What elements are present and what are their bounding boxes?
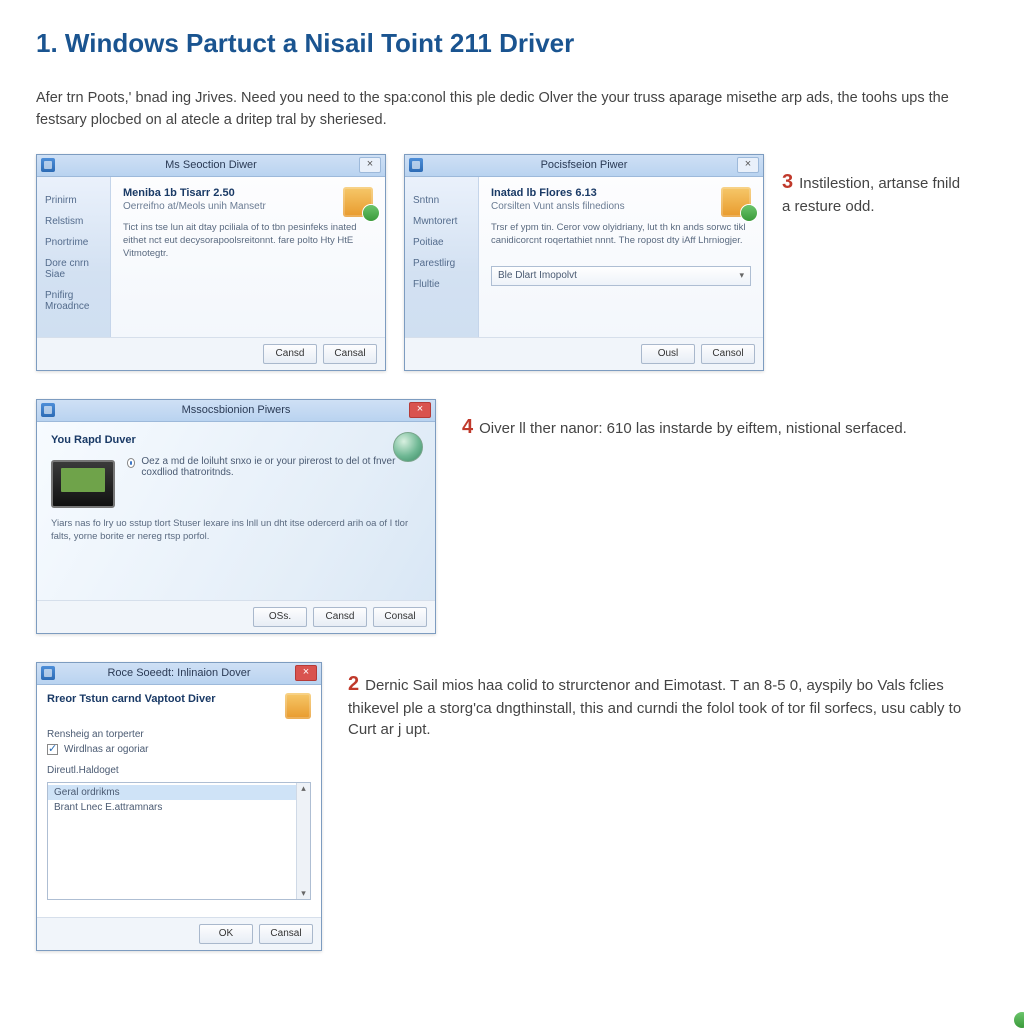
dropdown-value: Ble Dlart Imopolvt xyxy=(498,270,577,281)
dialog-d: Roce Soeedt: Inlinaion Dover × Rreor Tst… xyxy=(36,662,322,951)
dialog-a-buttons: Cansd Cansal xyxy=(37,337,385,370)
dialog-a-titlebar[interactable]: Ms Seoction Diwer × xyxy=(37,155,385,177)
step-4-number: 4 xyxy=(462,416,473,438)
options-button[interactable]: OSs. xyxy=(253,607,307,627)
dialog-c-body: You Rapd Duver Oez a md de loiluht snxo … xyxy=(37,422,435,600)
hardware-icon xyxy=(51,460,115,508)
dialog-d-buttons: OK Cansal xyxy=(37,917,321,950)
cancel-button[interactable]: Cansol xyxy=(701,344,755,364)
device-listbox[interactable]: Geral ordrikms Brant Lnec E.attramnars xyxy=(47,782,311,900)
radio-label: Oez a md de loiluht snxo ie or your pire… xyxy=(141,456,421,478)
dialog-d-titlebar[interactable]: Roce Soeedt: Inlinaion Dover × xyxy=(37,663,321,685)
step-2-label: 2Dernic Sail mios haa colid to strurcten… xyxy=(348,662,988,740)
dialog-b-title: Pocisfseion Piwer xyxy=(431,159,737,171)
list-item[interactable]: Brant Lnec E.attramnars xyxy=(48,800,310,815)
globe-icon xyxy=(393,432,423,462)
package-icon xyxy=(285,693,311,719)
sidebar-item[interactable]: Prinirm xyxy=(45,195,104,206)
dialog-c-titlebar[interactable]: Mssocsbionion Piwers × xyxy=(37,400,435,422)
window-icon xyxy=(41,666,55,680)
dialog-c-heading: You Rapd Duver xyxy=(51,434,421,446)
dialog-a-title: Ms Seoction Diwer xyxy=(63,159,359,171)
page-title: 1. Windows Partuct a Nisail Toint 211 Dr… xyxy=(36,28,988,59)
dialog-b-dropdown[interactable]: Ble Dlart Imopolvt ▾ xyxy=(491,266,751,286)
checkbox-label: Wirdlnas ar ogoriar xyxy=(64,744,148,755)
sidebar-item[interactable]: Pnifirg Mroadnce xyxy=(45,290,104,312)
close-icon[interactable]: × xyxy=(359,157,381,173)
scrollbar[interactable] xyxy=(296,783,310,899)
ok-button[interactable]: Cansd xyxy=(263,344,317,364)
dialog-a-body-text: Tict ins tse lun ait dtay pciliala of to… xyxy=(123,222,373,260)
package-icon xyxy=(343,187,373,217)
step-2-text: Dernic Sail mios haa colid to strurcteno… xyxy=(348,677,961,738)
heading-number: 1. xyxy=(36,28,58,58)
dialog-b-heading: Inatad lb Flores 6.13 xyxy=(491,187,751,199)
step-3-label: 3Instilestion, artanse fnild a resture o… xyxy=(782,154,972,217)
step-2-number: 2 xyxy=(348,673,359,695)
cancel-button[interactable]: Consal xyxy=(373,607,427,627)
dialog-c-buttons: OSs. Cansd Consal xyxy=(37,600,435,633)
dialog-b-subheading: Corsilten Vunt ansls filnedions xyxy=(491,201,751,212)
package-icon xyxy=(721,187,751,217)
sidebar-item[interactable]: Pnortrime xyxy=(45,237,104,248)
sidebar-item[interactable]: Dore cnrn Siae xyxy=(45,258,104,280)
dialog-c-title: Mssocsbionion Piwers xyxy=(63,404,409,416)
close-icon[interactable]: × xyxy=(295,665,317,681)
section-label: Direutl.Haldoget xyxy=(47,765,311,776)
section-label: Rensheig an torperter xyxy=(47,729,311,740)
ok-button[interactable]: Cansd xyxy=(313,607,367,627)
close-icon[interactable]: × xyxy=(737,157,759,173)
dialog-a-subheading: Oerreifno at/Meols unih Mansetr xyxy=(123,201,373,212)
window-icon xyxy=(41,403,55,417)
heading-text: Windows Partuct a Nisail Toint 211 Drive… xyxy=(65,28,574,58)
dialog-b-buttons: Ousl Cansol xyxy=(405,337,763,370)
dialog-a-main: Meniba 1b Tisarr 2.50 Oerreifno at/Meols… xyxy=(111,177,385,337)
dialog-b-titlebar[interactable]: Pocisfseion Piwer × xyxy=(405,155,763,177)
radio-icon xyxy=(127,458,135,468)
intro-paragraph: Afer trn Poots,' bnad ing Jrives. Need y… xyxy=(36,87,988,132)
ok-button[interactable]: Ousl xyxy=(641,344,695,364)
cancel-button[interactable]: Cansal xyxy=(323,344,377,364)
dialog-a: Ms Seoction Diwer × Prinirm Relstism Pno… xyxy=(36,154,386,371)
dialog-b-sidebar: Sntnn Mwntorert Poitiae Parestlirg Flult… xyxy=(405,177,479,337)
dialog-d-title: Roce Soeedt: Inlinaion Dover xyxy=(63,667,295,679)
sidebar-item[interactable]: Relstism xyxy=(45,216,104,227)
checkbox-icon xyxy=(47,744,58,755)
dialog-a-heading: Meniba 1b Tisarr 2.50 xyxy=(123,187,373,199)
step-4-label: 4 Oiver ll ther nanor: 610 las instarde b… xyxy=(462,399,907,441)
radio-option[interactable]: Oez a md de loiluht snxo ie or your pire… xyxy=(127,456,421,478)
dialog-c: Mssocsbionion Piwers × You Rapd Duver Oe… xyxy=(36,399,436,634)
dialog-b: Pocisfseion Piwer × Sntnn Mwntorert Poit… xyxy=(404,154,764,371)
dialog-a-sidebar: Prinirm Relstism Pnortrime Dore cnrn Sia… xyxy=(37,177,111,337)
dialog-b-body-text: Trsr ef ypm tin. Ceror vow olyidriany, l… xyxy=(491,222,751,248)
checkbox-row[interactable]: Wirdlnas ar ogoriar xyxy=(47,744,311,755)
sidebar-item[interactable]: Flultie xyxy=(413,279,472,290)
close-icon[interactable]: × xyxy=(409,402,431,418)
chevron-down-icon: ▾ xyxy=(739,270,744,281)
sidebar-item[interactable]: Parestlirg xyxy=(413,258,472,269)
dialog-d-heading: Rreor Tstun carnd Vaptoot Diver xyxy=(47,693,216,705)
step-3-number: 3 xyxy=(782,171,793,193)
step-4-text: Oiver ll ther nanor: 610 las instarde by… xyxy=(479,420,907,437)
window-icon xyxy=(41,158,55,172)
cancel-button[interactable]: Cansal xyxy=(259,924,313,944)
sidebar-item[interactable]: Mwntorert xyxy=(413,216,472,227)
window-icon xyxy=(409,158,423,172)
dialog-d-body: Rreor Tstun carnd Vaptoot Diver Rensheig… xyxy=(37,685,321,917)
dialog-b-main: Inatad lb Flores 6.13 Corsilten Vunt ans… xyxy=(479,177,763,337)
list-item[interactable]: Geral ordrikms xyxy=(48,785,310,800)
ok-button[interactable]: OK xyxy=(199,924,253,944)
step-3-text: Instilestion, artanse fnild a resture od… xyxy=(782,175,960,215)
dialog-c-description: Yiars nas fo lry uo sstup tlort Stuser l… xyxy=(51,514,421,544)
sidebar-item[interactable]: Sntnn xyxy=(413,195,472,206)
sidebar-item[interactable]: Poitiae xyxy=(413,237,472,248)
